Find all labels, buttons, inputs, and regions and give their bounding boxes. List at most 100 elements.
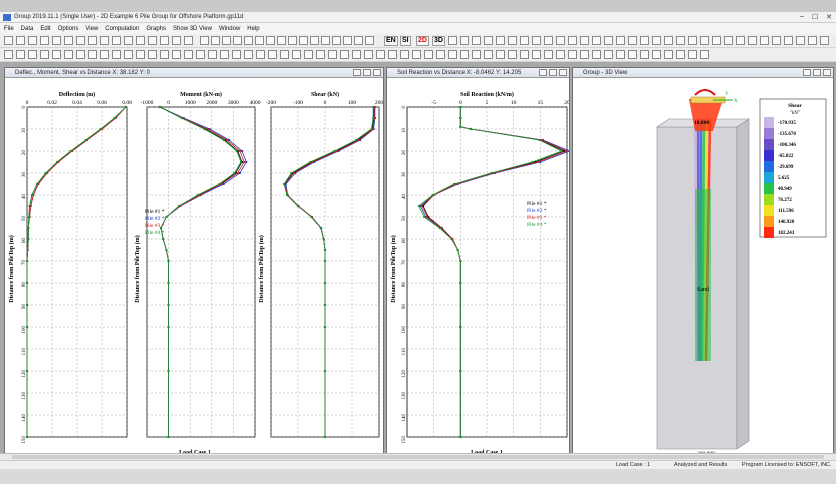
draw-tool-icon[interactable] [52,50,61,59]
tool-icon[interactable] [266,36,275,45]
draw-tool-icon[interactable] [604,50,613,59]
tool-icon[interactable] [310,36,319,45]
zoom-icon[interactable] [124,36,133,45]
tool-icon[interactable] [244,36,253,45]
draw-tool-icon[interactable] [412,50,421,59]
tool-icon[interactable] [299,36,308,45]
tool-icon[interactable] [332,36,341,45]
view-tool-icon[interactable] [604,36,613,45]
draw-tool-icon[interactable] [544,50,553,59]
draw-tool-icon[interactable] [688,50,697,59]
draw-tool-icon[interactable] [508,50,517,59]
print-icon[interactable] [52,36,61,45]
draw-tool-icon[interactable] [160,50,169,59]
copy-icon[interactable] [64,36,73,45]
view-tool-icon[interactable] [580,36,589,45]
table-icon[interactable] [172,36,181,45]
draw-tool-icon[interactable] [388,50,397,59]
view-tool-icon[interactable] [592,36,601,45]
maximize-icon[interactable] [363,69,371,76]
view-tool-icon[interactable] [796,36,805,45]
view-tool-icon[interactable] [724,36,733,45]
view-tool-icon[interactable] [520,36,529,45]
run-icon[interactable] [88,36,97,45]
draw-tool-icon[interactable] [244,50,253,59]
new-file-icon[interactable] [4,36,13,45]
draw-tool-icon[interactable] [280,50,289,59]
view-tool-icon[interactable] [460,36,469,45]
draw-tool-icon[interactable] [436,50,445,59]
view-tool-icon[interactable] [820,36,829,45]
draw-tool-icon[interactable] [400,50,409,59]
draw-tool-icon[interactable] [316,50,325,59]
draw-tool-icon[interactable] [184,50,193,59]
view-tool-icon[interactable] [448,36,457,45]
graph-icon[interactable] [112,36,121,45]
view-tool-icon[interactable] [544,36,553,45]
view-tool-icon[interactable] [700,36,709,45]
draw-tool-icon[interactable] [616,50,625,59]
draw-tool-icon[interactable] [16,50,25,59]
draw-tool-icon[interactable] [256,50,265,59]
draw-tool-icon[interactable] [148,50,157,59]
close-icon[interactable] [559,69,567,76]
draw-tool-icon[interactable] [568,50,577,59]
rotate-icon[interactable] [148,36,157,45]
view-tool-icon[interactable] [664,36,673,45]
menu-data[interactable]: Data [21,26,34,32]
draw-tool-icon[interactable] [304,50,313,59]
maximize-icon[interactable] [813,69,821,76]
save-as-icon[interactable] [40,36,49,45]
view-tool-icon[interactable] [496,36,505,45]
view-tool-icon[interactable] [484,36,493,45]
view-tool-icon[interactable] [556,36,565,45]
draw-tool-icon[interactable] [520,50,529,59]
draw-tool-icon[interactable] [532,50,541,59]
draw-tool-icon[interactable] [592,50,601,59]
close-icon[interactable] [823,69,831,76]
draw-tool-icon[interactable] [64,50,73,59]
menu-computation[interactable]: Computation [105,26,139,32]
horizontal-scrollbar[interactable] [0,453,836,460]
view-tool-icon[interactable] [748,36,757,45]
tool-icon[interactable] [365,36,374,45]
text-icon[interactable] [184,36,193,45]
draw-tool-icon[interactable] [136,50,145,59]
view-tool-icon[interactable] [472,36,481,45]
soil-reaction-window[interactable]: Soil Reaction vs Distance X: -8.0462 Y: … [386,67,570,457]
tool-icon[interactable] [288,36,297,45]
close-icon[interactable] [373,69,381,76]
settings-icon[interactable] [160,36,169,45]
tool-icon[interactable] [222,36,231,45]
view-tool-icon[interactable] [568,36,577,45]
menu-file[interactable]: File [4,26,14,32]
scrollbar-thumb[interactable] [12,455,824,459]
tool-icon[interactable] [200,36,209,45]
view3d-window[interactable]: Group - 3D View XY10.000Sand200.000Shear… [572,67,834,457]
units-si-button[interactable]: SI [400,36,411,46]
minimize-icon[interactable] [539,69,547,76]
draw-tool-icon[interactable] [700,50,709,59]
menu-edit[interactable]: Edit [40,26,50,32]
maximize-icon[interactable] [549,69,557,76]
draw-tool-icon[interactable] [208,50,217,59]
draw-tool-icon[interactable] [676,50,685,59]
tool-icon[interactable] [321,36,330,45]
pan-icon[interactable] [136,36,145,45]
draw-tool-icon[interactable] [28,50,37,59]
draw-tool-icon[interactable] [364,50,373,59]
draw-tool-icon[interactable] [40,50,49,59]
tool-icon[interactable] [343,36,352,45]
draw-tool-icon[interactable] [496,50,505,59]
draw-tool-icon[interactable] [352,50,361,59]
view-tool-icon[interactable] [640,36,649,45]
draw-tool-icon[interactable] [196,50,205,59]
maximize-icon[interactable]: ☐ [812,13,818,21]
view-tool-icon[interactable] [508,36,517,45]
view-tool-icon[interactable] [676,36,685,45]
units-en-button[interactable]: EN [384,36,398,46]
minimize-icon[interactable] [803,69,811,76]
draw-tool-icon[interactable] [124,50,133,59]
menu-graphs[interactable]: Graphs [146,26,166,32]
mode-2d-button[interactable]: 2D [416,36,429,46]
